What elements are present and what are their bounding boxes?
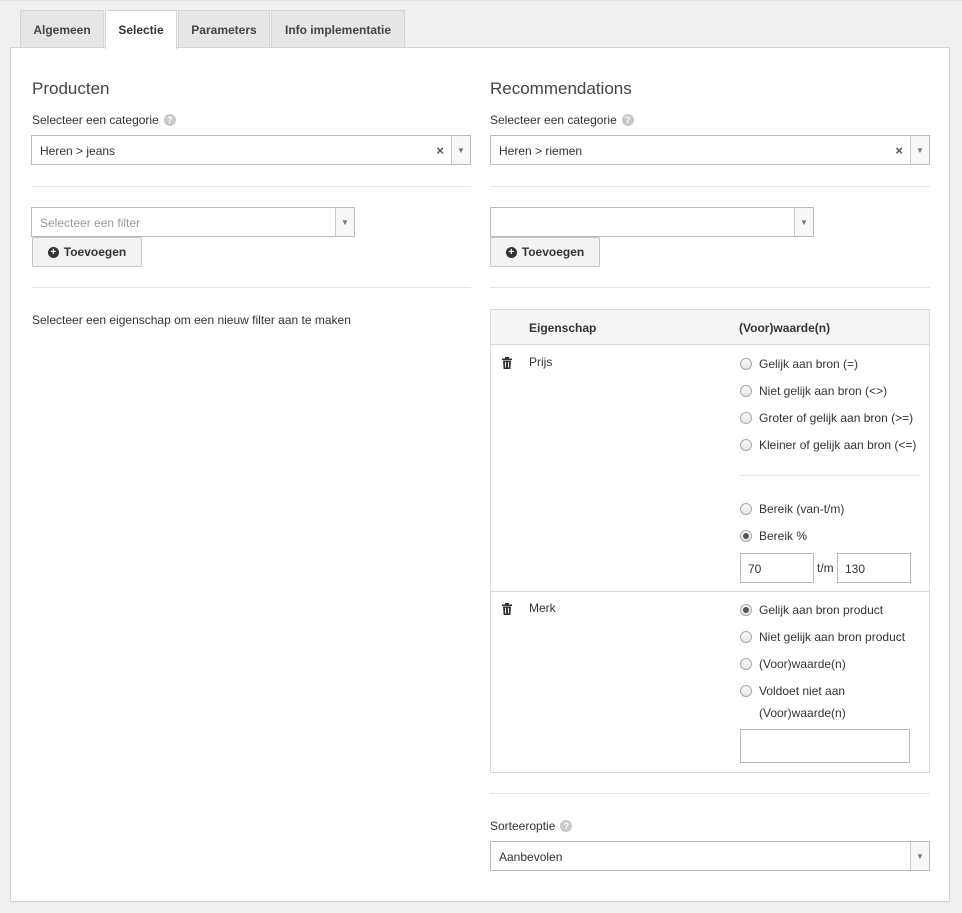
merk-value-input[interactable] [740, 729, 910, 763]
range-from-input[interactable]: 70 [740, 553, 814, 583]
chevron-down-icon[interactable]: ▼ [335, 208, 354, 236]
tab-info-implementatie[interactable]: Info implementatie [271, 10, 405, 48]
radio-label: Bereik % [759, 529, 808, 543]
radio-label: Gelijk aan bron product [759, 603, 884, 617]
clear-icon[interactable]: × [895, 143, 903, 158]
products-category-value: Heren > jeans [40, 144, 116, 158]
radio-button[interactable] [740, 631, 752, 643]
radio-button[interactable] [740, 385, 752, 397]
products-add-button[interactable]: + Toevoegen [32, 237, 142, 267]
table-row-property: Merk [529, 601, 556, 615]
radio-option[interactable]: (Voor)waarde(n) [740, 657, 846, 671]
range-separator: t/m [817, 561, 834, 575]
divider [31, 287, 471, 288]
recommendations-add-button[interactable]: + Toevoegen [490, 237, 600, 267]
table-header: Eigenschap (Voor)waarde(n) [491, 310, 929, 345]
chevron-down-icon[interactable]: ▼ [451, 136, 470, 164]
divider [31, 186, 471, 187]
radio-option[interactable]: Niet gelijk aan bron (<>) [740, 384, 887, 398]
radio-label: Gelijk aan bron (=) [759, 357, 859, 371]
divider [490, 793, 930, 794]
radio-option[interactable]: Gelijk aan bron (=) [740, 357, 858, 371]
plus-circle-icon: + [47, 246, 59, 258]
radio-option[interactable]: Voldoet niet aan [740, 684, 845, 698]
radio-button[interactable] [740, 439, 752, 451]
radio-label: Kleiner of gelijk aan bron (<=) [759, 438, 917, 452]
trash-icon[interactable] [502, 603, 512, 615]
selection-panel: Producten Selecteer een categorie ? Here… [10, 47, 950, 902]
radio-label: Niet gelijk aan bron product [759, 630, 906, 644]
radio-option[interactable]: Kleiner of gelijk aan bron (<=) [740, 438, 916, 452]
radio-label: (Voor)waarde(n) [759, 657, 846, 671]
row-divider [491, 591, 929, 592]
sort-value: Aanbevolen [499, 850, 563, 864]
help-icon[interactable]: ? [163, 114, 176, 126]
top-border [0, 0, 962, 1]
trash-icon[interactable] [502, 357, 512, 369]
help-icon[interactable]: ? [621, 114, 634, 126]
radio-button[interactable] [740, 503, 752, 515]
help-icon[interactable]: ? [560, 820, 573, 832]
tab-parameters[interactable]: Parameters [178, 10, 270, 48]
products-category-label: Selecteer een categorie ? [32, 113, 176, 127]
products-category-select[interactable]: Heren > jeans × ▼ [31, 135, 471, 165]
column-header-property: Eigenschap [529, 321, 597, 335]
filter-table: Eigenschap (Voor)waarde(n) Prijs Gelijk … [490, 309, 930, 773]
products-hint-text: Selecteer een eigenschap om een nieuw fi… [32, 313, 351, 327]
tab-selectie[interactable]: Selectie [105, 10, 177, 49]
column-header-value: (Voor)waarde(n) [739, 321, 831, 335]
sort-select[interactable]: Aanbevolen ▼ [490, 841, 930, 871]
recommendations-category-value: Heren > riemen [499, 144, 583, 158]
radio-option[interactable]: Gelijk aan bron product [740, 603, 883, 617]
radio-button-selected[interactable] [740, 604, 752, 616]
recommendations-heading: Recommendations [490, 79, 632, 98]
products-category-label-text: Selecteer een categorie [32, 113, 159, 127]
products-heading: Producten [32, 79, 110, 98]
recommendations-add-label: Toevoegen [521, 245, 585, 259]
plus-circle-icon: + [505, 246, 517, 258]
radio-button[interactable] [740, 658, 752, 670]
radio-option[interactable]: Bereik % [740, 529, 807, 543]
radio-option[interactable]: Niet gelijk aan bron product [740, 630, 905, 644]
radio-label: Voldoet niet aan [759, 684, 846, 698]
chevron-down-icon[interactable]: ▼ [910, 842, 929, 870]
radio-button-selected[interactable] [740, 530, 752, 542]
radio-label-continued: (Voor)waarde(n) [759, 706, 846, 720]
sort-label: Sorteeroptie ? [490, 819, 573, 833]
chevron-down-icon[interactable]: ▼ [794, 208, 813, 236]
products-filter-select[interactable]: Selecteer een filter ▼ [31, 207, 355, 237]
tab-algemeen[interactable]: Algemeen [20, 10, 104, 48]
recommendations-category-select[interactable]: Heren > riemen × ▼ [490, 135, 930, 165]
divider [490, 287, 930, 288]
recommendations-category-label-text: Selecteer een categorie [490, 113, 617, 127]
divider [740, 475, 920, 476]
radio-label: Bereik (van-t/m) [759, 502, 845, 516]
radio-button[interactable] [740, 412, 752, 424]
products-add-label: Toevoegen [63, 245, 127, 259]
divider [490, 186, 930, 187]
radio-option[interactable]: Bereik (van-t/m) [740, 502, 844, 516]
radio-button[interactable] [740, 358, 752, 370]
recommendations-filter-select[interactable]: ▼ [490, 207, 814, 237]
radio-label: Niet gelijk aan bron (<>) [759, 384, 888, 398]
clear-icon[interactable]: × [436, 143, 444, 158]
sort-label-text: Sorteeroptie [490, 819, 556, 833]
radio-label: Groter of gelijk aan bron (>=) [759, 411, 914, 425]
recommendations-category-label: Selecteer een categorie ? [490, 113, 634, 127]
radio-button[interactable] [740, 685, 752, 697]
chevron-down-icon[interactable]: ▼ [910, 136, 929, 164]
table-row-property: Prijs [529, 355, 553, 369]
products-filter-placeholder: Selecteer een filter [40, 216, 141, 230]
radio-option[interactable]: Groter of gelijk aan bron (>=) [740, 411, 913, 425]
range-to-input[interactable]: 130 [837, 553, 911, 583]
